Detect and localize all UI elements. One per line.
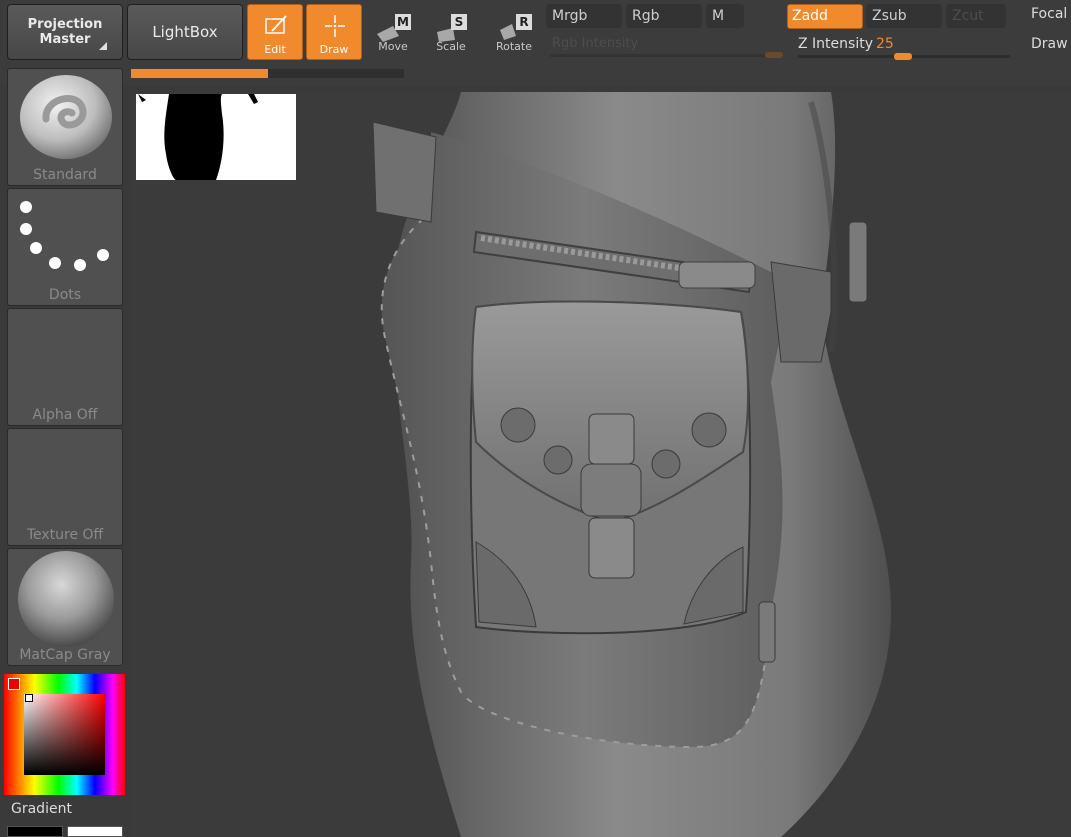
draw-label: Draw [319, 43, 349, 56]
move-button[interactable]: M Move [365, 4, 421, 60]
rotate-label: Rotate [495, 40, 532, 53]
edit-icon [265, 15, 287, 34]
dropdown-corner-icon [99, 42, 107, 50]
z-intensity-slider[interactable]: Z Intensity 25 [794, 34, 1014, 60]
rgb-intensity-slider[interactable]: Rgb Intensity [546, 34, 786, 58]
color-hue-marker[interactable] [8, 678, 20, 690]
main-color-swatch[interactable] [7, 826, 63, 837]
zadd-label: Zadd [792, 8, 828, 24]
m-toggle[interactable]: M [706, 4, 744, 28]
color-saturation-square[interactable] [24, 694, 105, 775]
focal-shift-label[interactable]: Focal [1031, 6, 1067, 22]
zcut-toggle[interactable]: Zcut [946, 4, 1006, 28]
draw-button[interactable]: Draw [306, 4, 362, 60]
alpha-selector[interactable]: Alpha Off [7, 308, 123, 426]
rotate-key: R [516, 14, 532, 30]
rotate-button[interactable]: R Rotate [486, 4, 542, 60]
zsub-label: Zsub [872, 8, 907, 24]
dots-stroke-icon [20, 201, 109, 271]
color-value-marker[interactable] [25, 694, 33, 702]
standard-brush-icon [20, 75, 112, 159]
brush-label: Standard [33, 167, 97, 183]
color-picker[interactable] [4, 674, 125, 795]
material-label: MatCap Gray [19, 647, 111, 663]
secondary-color-swatch[interactable] [67, 826, 123, 837]
progress-fill [131, 69, 268, 78]
silhouette-figure [138, 94, 258, 180]
edit-button[interactable]: Edit [247, 4, 303, 60]
matcap-sphere-icon [18, 551, 114, 647]
3d-viewport[interactable] [131, 92, 1071, 837]
material-selector[interactable]: MatCap Gray [7, 548, 123, 666]
zadd-toggle[interactable]: Zadd [787, 4, 863, 29]
rgb-toggle[interactable]: Rgb [626, 4, 702, 28]
rgb-intensity-handle[interactable] [765, 52, 783, 58]
move-label: Move [378, 40, 408, 53]
projection-master-label-2: Master [39, 32, 91, 47]
lightbox-label: LightBox [152, 23, 218, 41]
stroke-selector[interactable]: Dots [7, 188, 123, 306]
mrgb-label: Mrgb [552, 8, 588, 24]
texture-label: Texture Off [26, 527, 104, 543]
scale-label: Scale [436, 40, 466, 53]
z-intensity-label: Z Intensity [798, 36, 873, 52]
draw-crosshair-icon [325, 15, 345, 37]
top-toolbar: Projection Master LightBox Edit Draw M M… [0, 0, 1071, 86]
m-label: M [712, 8, 725, 24]
sculpt-render [372, 92, 891, 837]
draw-size-label[interactable]: Draw [1031, 36, 1068, 52]
projection-master-label-1: Projection [27, 17, 103, 32]
rgb-label: Rgb [632, 8, 660, 24]
progress-track [131, 69, 404, 78]
alpha-label: Alpha Off [32, 407, 98, 423]
stroke-label: Dots [48, 287, 82, 303]
z-intensity-value: 25 [876, 36, 894, 52]
z-intensity-handle[interactable] [894, 53, 912, 60]
zcut-label: Zcut [952, 8, 984, 24]
brush-selector[interactable]: Standard [7, 68, 123, 186]
projection-master-button[interactable]: Projection Master [7, 4, 123, 60]
rgb-intensity-track [550, 54, 780, 57]
scale-key: S [451, 14, 467, 30]
rgb-intensity-label: Rgb Intensity [552, 36, 639, 51]
texture-selector[interactable]: Texture Off [7, 428, 123, 546]
zsub-toggle[interactable]: Zsub [866, 4, 942, 28]
reference-image-thumbnail [136, 94, 296, 180]
move-key: M [395, 14, 411, 30]
mrgb-toggle[interactable]: Mrgb [546, 4, 622, 28]
scale-button[interactable]: S Scale [423, 4, 479, 60]
edit-label: Edit [264, 43, 286, 56]
lightbox-button[interactable]: LightBox [127, 4, 243, 60]
gradient-label[interactable]: Gradient [11, 801, 72, 817]
